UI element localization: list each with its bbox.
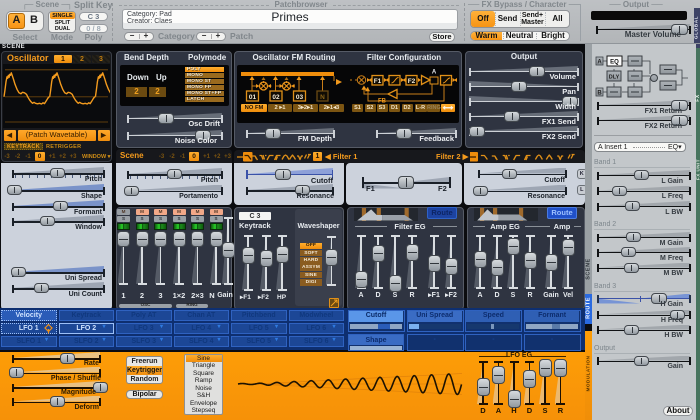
svg-text:01: 01 xyxy=(249,94,257,101)
svg-text:F1: F1 xyxy=(374,78,382,85)
svg-text:B: B xyxy=(597,90,602,96)
svg-text:N: N xyxy=(320,94,325,101)
svg-text:02: 02 xyxy=(272,94,280,101)
svg-text:A: A xyxy=(432,70,437,76)
svg-text:EQ: EQ xyxy=(610,59,619,65)
svg-text:DLY: DLY xyxy=(609,74,620,80)
svg-text:F2: F2 xyxy=(408,78,416,85)
svg-text:03: 03 xyxy=(296,94,304,101)
svg-text:A: A xyxy=(597,59,602,65)
